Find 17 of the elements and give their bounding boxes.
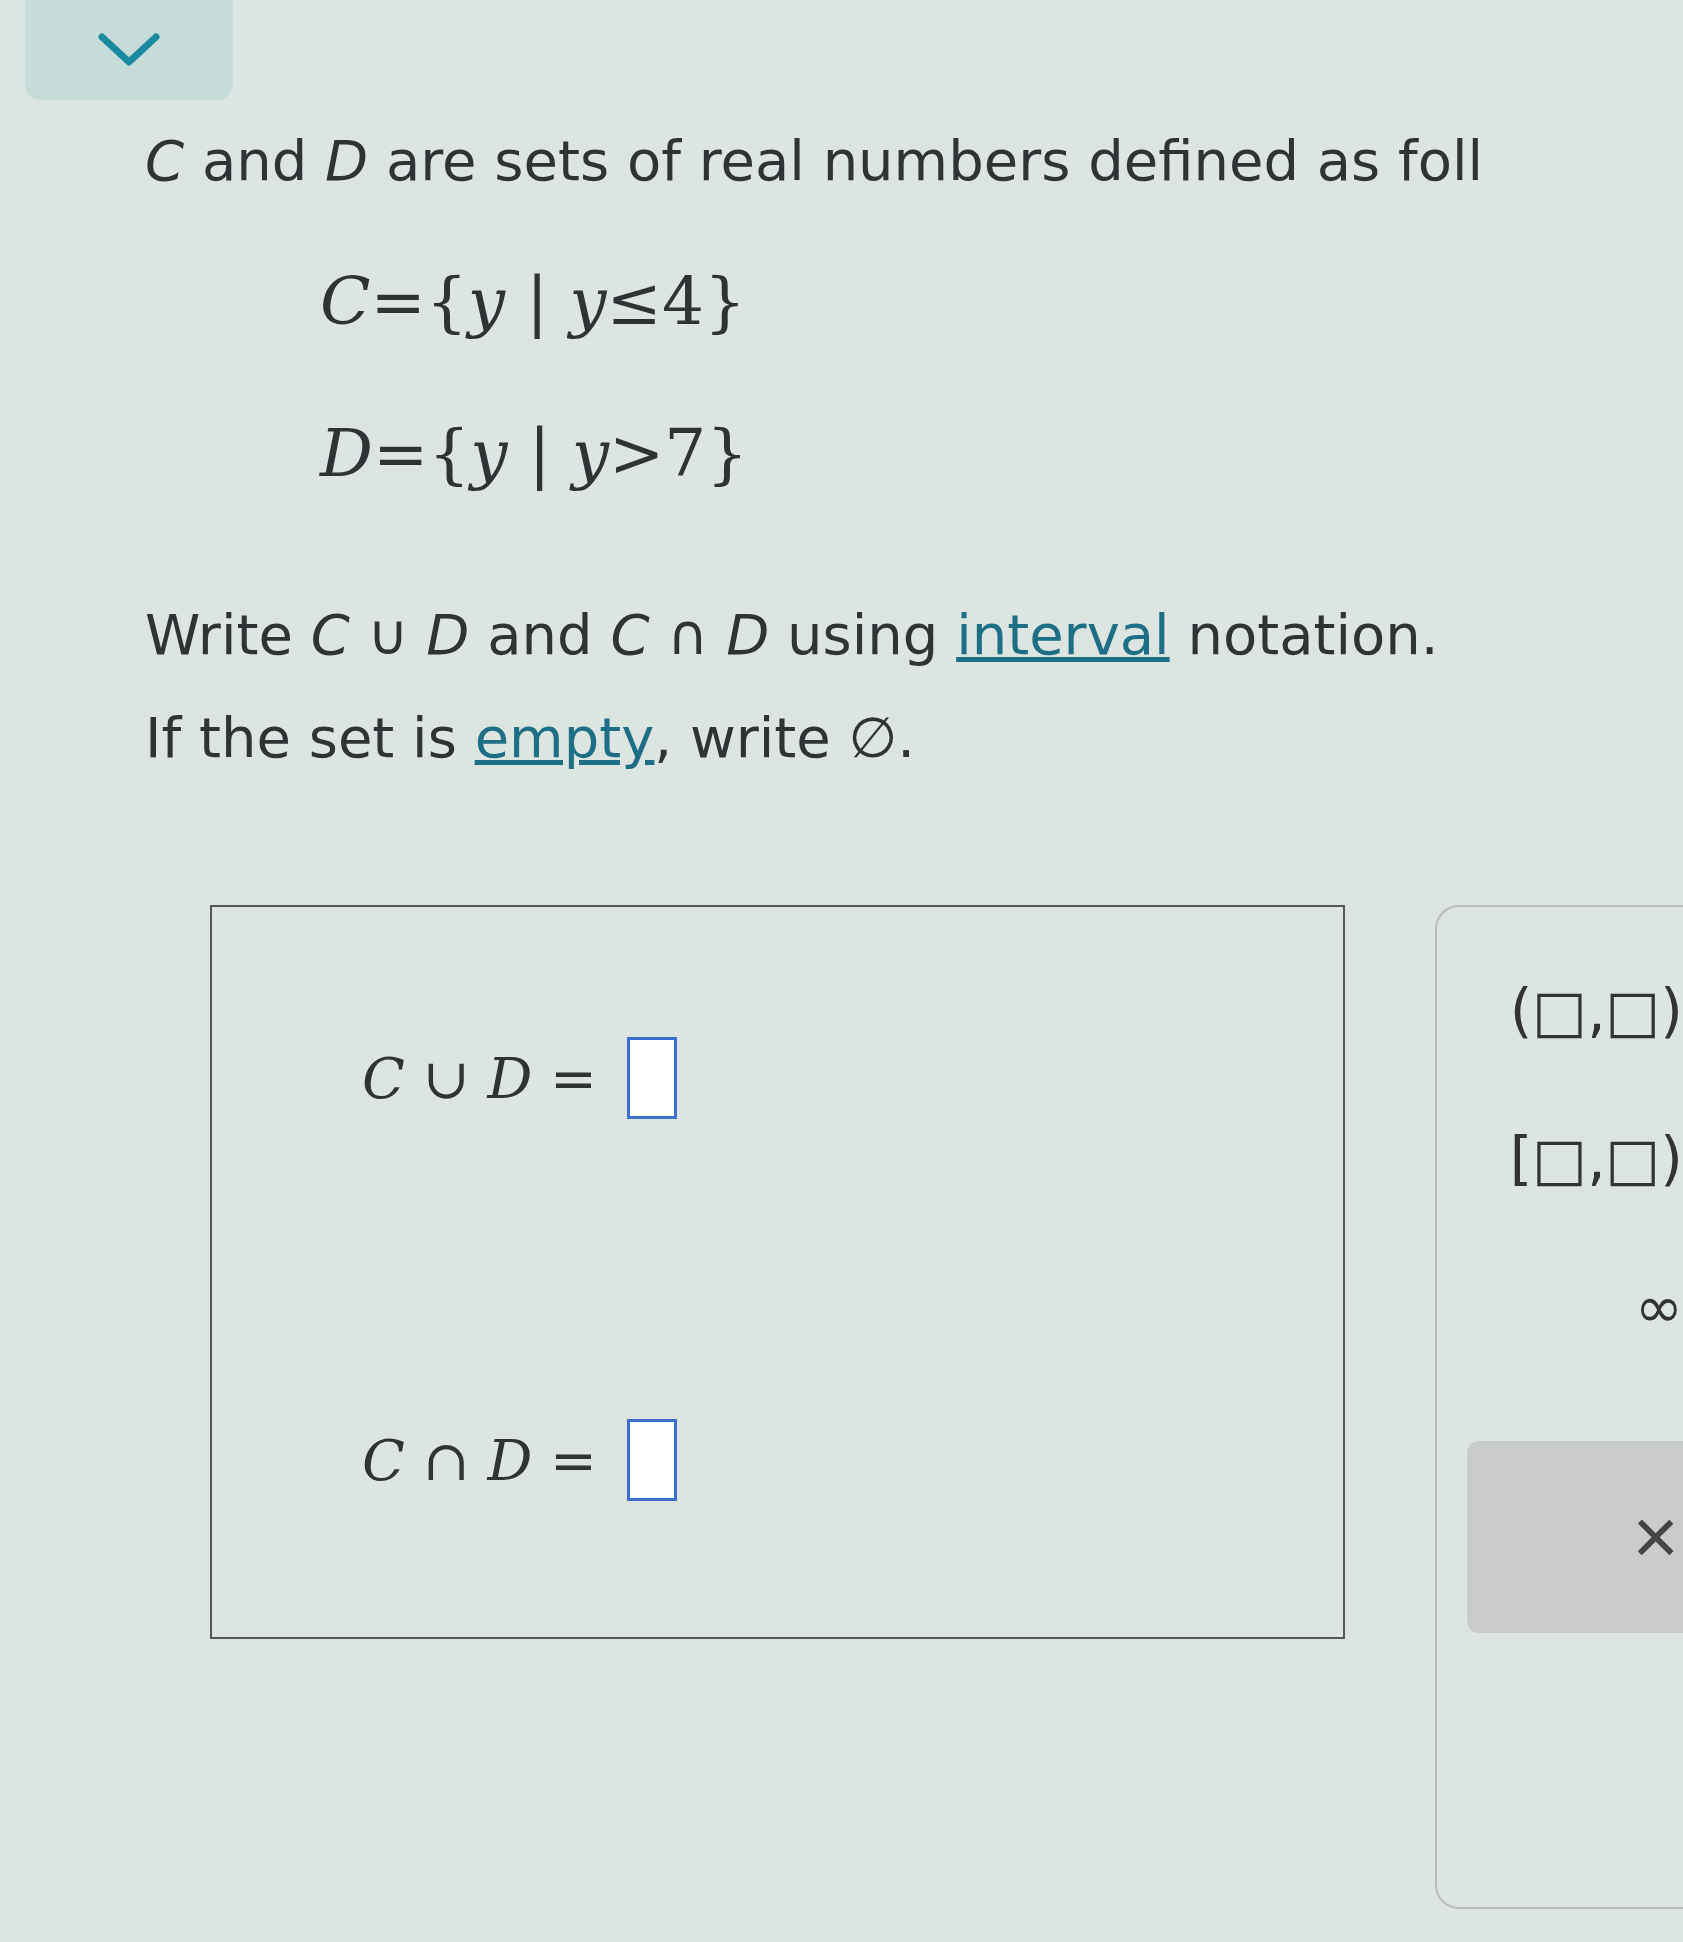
keypad-key[interactable]: (□,□) [1509, 977, 1683, 1045]
set-definition: C={y | y≤4} [320, 263, 747, 340]
keypad-key[interactable]: ∞ [1634, 1273, 1683, 1341]
answer-field[interactable] [627, 1419, 678, 1501]
chevron-down-icon [98, 33, 160, 67]
glossary-link[interactable]: interval [956, 602, 1170, 667]
instruction-text: If the set is empty, write ∅. [145, 705, 917, 770]
answer-label: C ∪ D = [362, 1045, 598, 1111]
answer-field[interactable] [627, 1037, 678, 1119]
set-definition: D={y | y>7} [320, 415, 750, 492]
keypad-key[interactable]: [□,□) [1509, 1125, 1683, 1193]
clear-button[interactable]: × [1467, 1441, 1683, 1633]
instruction-text: Write C ∪ D and C ∩ D using interval notation. [145, 602, 1440, 667]
collapse-button[interactable] [25, 0, 233, 100]
glossary-link[interactable]: empty [474, 705, 655, 770]
question-text: C and D are sets of real numbers defined as foll [145, 127, 1485, 193]
answer-label: C ∩ D = [362, 1427, 598, 1493]
